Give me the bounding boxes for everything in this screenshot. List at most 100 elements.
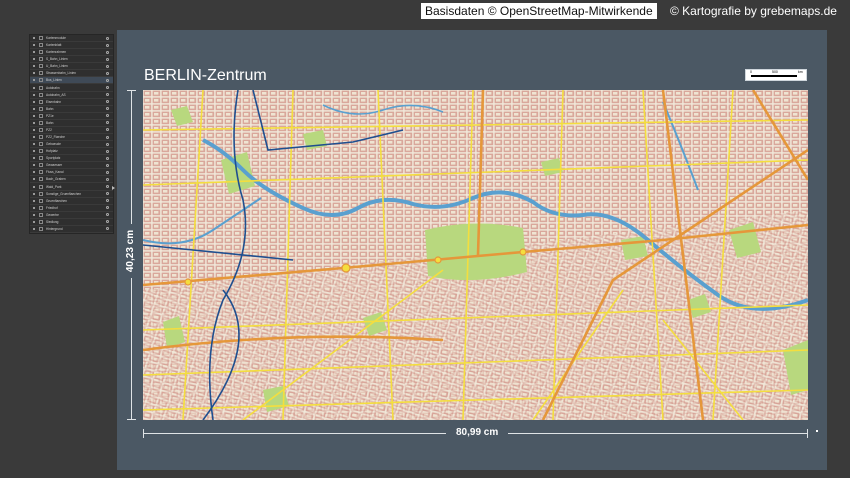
layer-target-circle-icon[interactable]	[106, 163, 109, 167]
layer-name: Bus_Linien	[46, 78, 62, 83]
visibility-eye-icon[interactable]	[33, 37, 35, 39]
layer-name: Kartenblatt	[46, 43, 62, 48]
visibility-eye-icon[interactable]	[33, 121, 35, 124]
layer-row[interactable]: Kartenrahmen	[30, 49, 113, 57]
visibility-eye-icon[interactable]	[33, 72, 35, 75]
layer-target-circle-icon[interactable]	[106, 142, 109, 146]
visibility-eye-icon[interactable]	[33, 164, 35, 167]
visibility-eye-icon[interactable]	[33, 79, 35, 82]
layer-name: Gebaeude	[46, 142, 61, 147]
layer-row[interactable]: S_Bahn_Linien	[30, 56, 113, 64]
visibility-eye-icon[interactable]	[33, 150, 35, 153]
layer-target-circle-icon[interactable]	[106, 71, 109, 75]
visibility-eye-icon[interactable]	[33, 86, 35, 89]
layer-row[interactable]: Bahn	[30, 120, 113, 127]
visibility-eye-icon[interactable]	[33, 128, 35, 131]
layer-row[interactable]: Autobahn_AS	[30, 92, 113, 99]
visibility-eye-icon[interactable]	[33, 114, 35, 117]
layer-target-circle-icon[interactable]	[106, 86, 109, 89]
layer-row[interactable]: Bach_Graben	[30, 176, 113, 184]
layer-row[interactable]: Eisenbahn	[30, 99, 113, 106]
visibility-eye-icon[interactable]	[33, 157, 35, 160]
layer-row[interactable]: Gebaeude	[30, 141, 113, 149]
layer-target-circle-icon[interactable]	[106, 192, 109, 196]
layer-row[interactable]: Gruenflaechen	[30, 198, 113, 205]
layer-name: Sonstige_Gruenflaechen	[46, 191, 82, 196]
layer-target-circle-icon[interactable]	[106, 220, 109, 224]
layer-row[interactable]: Gewaesser	[30, 162, 113, 170]
visibility-eye-icon[interactable]	[33, 178, 35, 181]
layer-row[interactable]: Strassenbahn_Linien	[30, 70, 113, 78]
visibility-eye-icon[interactable]	[33, 185, 35, 188]
visibility-eye-icon[interactable]	[33, 93, 35, 96]
panel-collapse-arrow-icon[interactable]	[112, 186, 115, 190]
layer-row[interactable]: Bahn	[30, 106, 113, 113]
layer-row[interactable]: Sportplatz	[30, 155, 113, 163]
layer-row[interactable]: Fluss_Kanal	[30, 169, 113, 177]
scale-mid-label: 500	[772, 70, 778, 74]
layer-row[interactable]: PZ2_Flaeche	[30, 134, 113, 142]
layer-target-circle-icon[interactable]	[106, 177, 109, 181]
layer-target-circle-icon[interactable]	[106, 121, 109, 125]
layer-target-circle-icon[interactable]	[106, 50, 109, 54]
layer-row[interactable]: Friedhof	[30, 205, 113, 212]
layer-target-circle-icon[interactable]	[106, 206, 109, 210]
layer-target-circle-icon[interactable]	[106, 199, 109, 203]
layer-target-circle-icon[interactable]	[106, 78, 109, 82]
layer-target-circle-icon[interactable]	[106, 135, 109, 139]
visibility-eye-icon[interactable]	[33, 199, 35, 202]
visibility-eye-icon[interactable]	[33, 58, 35, 61]
layer-name: Bahn	[46, 106, 54, 111]
layer-name: PZ2	[46, 127, 52, 132]
layer-row[interactable]: Siedlung	[30, 219, 113, 226]
layer-color-swatch	[39, 205, 43, 210]
layer-name: PZ2_Flaeche	[46, 135, 65, 139]
layer-target-circle-icon[interactable]	[106, 128, 109, 132]
height-dimension-tick-top	[127, 90, 136, 91]
layer-row[interactable]: Kartenmodule	[30, 35, 113, 43]
layer-target-circle-icon[interactable]	[106, 170, 109, 174]
visibility-eye-icon[interactable]	[33, 107, 35, 110]
layer-target-circle-icon[interactable]	[106, 156, 109, 160]
visibility-eye-icon[interactable]	[33, 171, 35, 174]
visibility-eye-icon[interactable]	[33, 213, 35, 216]
layer-target-circle-icon[interactable]	[106, 36, 109, 40]
visibility-eye-icon[interactable]	[33, 136, 35, 138]
layer-row[interactable]: PZ1e	[30, 113, 113, 120]
layer-name: Kartenmodule	[46, 36, 66, 40]
visibility-eye-icon[interactable]	[33, 227, 35, 230]
city-map[interactable]	[143, 90, 808, 420]
layer-color-swatch	[39, 92, 43, 97]
visibility-eye-icon[interactable]	[33, 143, 35, 146]
visibility-eye-icon[interactable]	[33, 51, 35, 54]
visibility-eye-icon[interactable]	[33, 65, 35, 68]
layer-target-circle-icon[interactable]	[106, 149, 109, 153]
layer-target-circle-icon[interactable]	[106, 114, 109, 118]
layer-target-circle-icon[interactable]	[106, 227, 109, 231]
visibility-eye-icon[interactable]	[33, 192, 35, 195]
layer-row[interactable]: Autobahn	[30, 85, 113, 92]
layer-target-circle-icon[interactable]	[106, 213, 109, 217]
layer-row[interactable]: PZ2	[30, 127, 113, 134]
layer-target-circle-icon[interactable]	[106, 43, 109, 47]
cartography-credit: © Kartografie by grebemaps.de	[670, 4, 837, 18]
visibility-eye-icon[interactable]	[33, 44, 35, 47]
layer-row[interactable]: Hofplatz	[30, 148, 113, 156]
layer-row[interactable]: Sonstige_Gruenflaechen	[30, 191, 113, 198]
layer-row[interactable]: Hintergrund	[30, 226, 113, 233]
layer-row[interactable]: Bus_Linien	[30, 77, 113, 85]
layer-color-swatch	[39, 85, 43, 90]
layer-target-circle-icon[interactable]	[106, 64, 109, 68]
layer-target-circle-icon[interactable]	[106, 100, 109, 104]
layer-target-circle-icon[interactable]	[106, 57, 109, 61]
layer-row[interactable]: Wald_Park	[30, 184, 113, 191]
layer-target-circle-icon[interactable]	[106, 185, 109, 188]
visibility-eye-icon[interactable]	[33, 100, 35, 103]
visibility-eye-icon[interactable]	[33, 206, 35, 209]
layer-target-circle-icon[interactable]	[106, 93, 109, 97]
visibility-eye-icon[interactable]	[33, 220, 35, 223]
layer-target-circle-icon[interactable]	[106, 107, 109, 111]
layer-row[interactable]: Gewerbe	[30, 212, 113, 219]
layer-row[interactable]: U_Bahn_Linien	[30, 63, 113, 71]
layer-row[interactable]: Kartenblatt	[30, 42, 113, 50]
